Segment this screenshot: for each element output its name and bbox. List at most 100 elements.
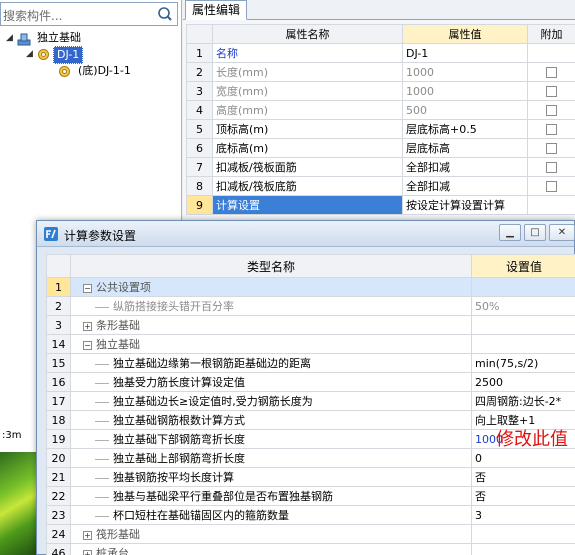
property-value[interactable]: 层底标高+0.5 <box>402 119 528 139</box>
property-value[interactable]: 1000 <box>402 62 528 82</box>
setting-value[interactable]: 0 <box>471 448 575 468</box>
property-value[interactable]: 1000 <box>402 81 528 101</box>
tree-line <box>95 496 109 498</box>
setting-value[interactable] <box>471 334 575 354</box>
viewport-preview[interactable] <box>0 452 40 555</box>
property-row[interactable]: 5 顶标高(m) 层底标高+0.5 <box>186 119 575 139</box>
property-value[interactable]: DJ-1 <box>402 43 528 63</box>
row-number: 6 <box>186 138 213 158</box>
extra-cell <box>527 43 575 63</box>
expand-icon[interactable]: + <box>83 530 92 540</box>
setting-value[interactable]: 3 <box>471 505 575 525</box>
row-number: 16 <box>46 372 71 392</box>
settings-header-row: 类型名称 设置值 <box>46 254 575 278</box>
settings-group-row[interactable]: 3 + 条形基础 <box>46 315 575 335</box>
extra-checkbox[interactable] <box>546 162 557 173</box>
close-button[interactable]: ✕ <box>549 224 575 241</box>
tree-node-dj1-1[interactable]: (底)DJ-1-1 <box>48 63 178 79</box>
settings-group-row[interactable]: 1− 公共设置项 <box>46 277 575 297</box>
extra-checkbox[interactable] <box>546 67 557 78</box>
extra-checkbox[interactable] <box>546 105 557 116</box>
collapse-icon[interactable]: ◢ <box>6 30 16 46</box>
tree-line <box>95 401 109 403</box>
settings-row[interactable]: 21 独基钢筋按平均长度计算 否 <box>46 467 575 487</box>
property-row[interactable]: 6 底标高(m) 层底标高 <box>186 138 575 158</box>
tree-line <box>95 515 109 517</box>
row-number: 18 <box>46 410 71 430</box>
extra-checkbox[interactable] <box>546 124 557 135</box>
row-number: 24 <box>46 524 71 544</box>
collapse-icon[interactable]: ◢ <box>26 46 36 62</box>
setting-name: 纵筋搭接接头错开百分率 <box>113 300 234 313</box>
setting-value[interactable]: 四周钢筋:边长-2* <box>471 391 575 411</box>
settings-group-row[interactable]: 14− 独立基础 <box>46 334 575 354</box>
dialog-titlebar[interactable]: 计算参数设置 ▁ □ ✕ <box>37 221 575 247</box>
calc-settings-dialog: 计算参数设置 ▁ □ ✕ 类型名称 设置值 1 − 公共设置项 2 纵筋搭接接头… <box>36 220 575 555</box>
property-row[interactable]: 2 长度(mm) 1000 <box>186 62 575 82</box>
tree-line <box>95 363 109 365</box>
extra-checkbox[interactable] <box>546 181 557 192</box>
row-number: 21 <box>46 467 71 487</box>
settings-row[interactable]: 17 独立基础边长≥设定值时,受力钢筋长度为 四周钢筋:边长-2* <box>46 391 575 411</box>
extra-cell <box>527 195 575 215</box>
setting-value[interactable]: 否 <box>471 486 575 506</box>
settings-group-row[interactable]: 24 + 筏形基础 <box>46 524 575 544</box>
setting-name-cell: + 桩承台 <box>70 543 472 555</box>
property-row[interactable]: 9 计算设置 按设定计算设置计算 <box>186 195 575 215</box>
setting-value[interactable] <box>471 277 575 297</box>
property-value[interactable]: 按设定计算设置计算 <box>402 195 528 215</box>
property-row[interactable]: 3 宽度(mm) 1000 <box>186 81 575 101</box>
setting-value[interactable] <box>471 524 575 544</box>
setting-value[interactable]: 2500 <box>471 372 575 392</box>
tree-line <box>95 306 109 308</box>
extra-cell <box>527 157 575 177</box>
search-icon[interactable] <box>154 4 176 24</box>
extra-cell <box>527 100 575 120</box>
expand-icon[interactable]: + <box>83 549 92 555</box>
setting-value[interactable]: 否 <box>471 467 575 487</box>
setting-value[interactable] <box>471 543 575 555</box>
property-row[interactable]: 7 扣减板/筏板面筋 全部扣减 <box>186 157 575 177</box>
search-input[interactable]: 搜索构件... <box>3 7 62 24</box>
property-value[interactable]: 500 <box>402 100 528 120</box>
setting-value[interactable]: min(75,s/2) <box>471 353 575 373</box>
settings-row[interactable]: 15 独立基础边缘第一根钢筋距基础边的距离 min(75,s/2) <box>46 353 575 373</box>
setting-value[interactable] <box>471 315 575 335</box>
maximize-button[interactable]: □ <box>524 224 546 241</box>
setting-value[interactable]: 50% <box>471 296 575 316</box>
row-number: 2 <box>186 62 213 82</box>
setting-name: 独立基础边长≥设定值时,受力钢筋长度为 <box>113 395 313 408</box>
property-value[interactable]: 层底标高 <box>402 138 528 158</box>
settings-row[interactable]: 23 杯口短柱在基础锚固区内的箍筋数量 3 <box>46 505 575 525</box>
tree-node-root[interactable]: ◢ 独立基础 <box>4 30 174 46</box>
expand-icon[interactable]: + <box>83 321 92 331</box>
property-value[interactable]: 全部扣减 <box>402 157 528 177</box>
property-value[interactable]: 全部扣减 <box>402 176 528 196</box>
settings-row[interactable]: 2 纵筋搭接接头错开百分率 50% <box>46 296 575 316</box>
settings-row[interactable]: 22 独基与基础梁平行重叠部位是否布置独基钢筋 否 <box>46 486 575 506</box>
extra-checkbox[interactable] <box>546 86 557 97</box>
property-row[interactable]: 1 名称 DJ-1 <box>186 43 575 63</box>
setting-name-cell: 独立基础下部钢筋弯折长度 <box>70 429 472 449</box>
tree-node-dj1[interactable]: ◢ DJ-1 <box>24 46 174 64</box>
setting-name-cell: 独立基础边缘第一根钢筋距基础边的距离 <box>70 353 472 373</box>
setting-name-cell: 独立基础上部钢筋弯折长度 <box>70 448 472 468</box>
property-row[interactable]: 4 高度(mm) 500 <box>186 100 575 120</box>
collapse-icon[interactable]: − <box>83 283 92 293</box>
settings-group-row[interactable]: 46 + 桩承台 <box>46 543 575 555</box>
setting-name-cell: 纵筋搭接接头错开百分率 <box>70 296 472 316</box>
gear-icon <box>58 65 71 78</box>
property-row[interactable]: 8 扣减板/筏板底筋 全部扣减 <box>186 176 575 196</box>
property-name: 长度(mm) <box>212 62 403 82</box>
annotation-text: 修改此值 <box>496 429 568 450</box>
search-box[interactable]: 搜索构件... <box>0 2 178 26</box>
collapse-icon[interactable]: − <box>83 340 92 350</box>
settings-row[interactable]: 20 独立基础上部钢筋弯折长度 0 <box>46 448 575 468</box>
minimize-icon: ▁ <box>506 227 514 238</box>
extra-checkbox[interactable] <box>546 143 557 154</box>
tab-strip: 属性编辑 <box>183 0 575 20</box>
property-table: 属性名称 属性值 附加 1 名称 DJ-1 2 长度(mm) 1000 3 宽度(mm) 100… <box>186 24 575 215</box>
minimize-button[interactable]: ▁ <box>499 224 521 241</box>
tab-property-edit[interactable]: 属性编辑 <box>185 0 248 20</box>
settings-row[interactable]: 16 独基受力筋长度计算设定值 2500 <box>46 372 575 392</box>
